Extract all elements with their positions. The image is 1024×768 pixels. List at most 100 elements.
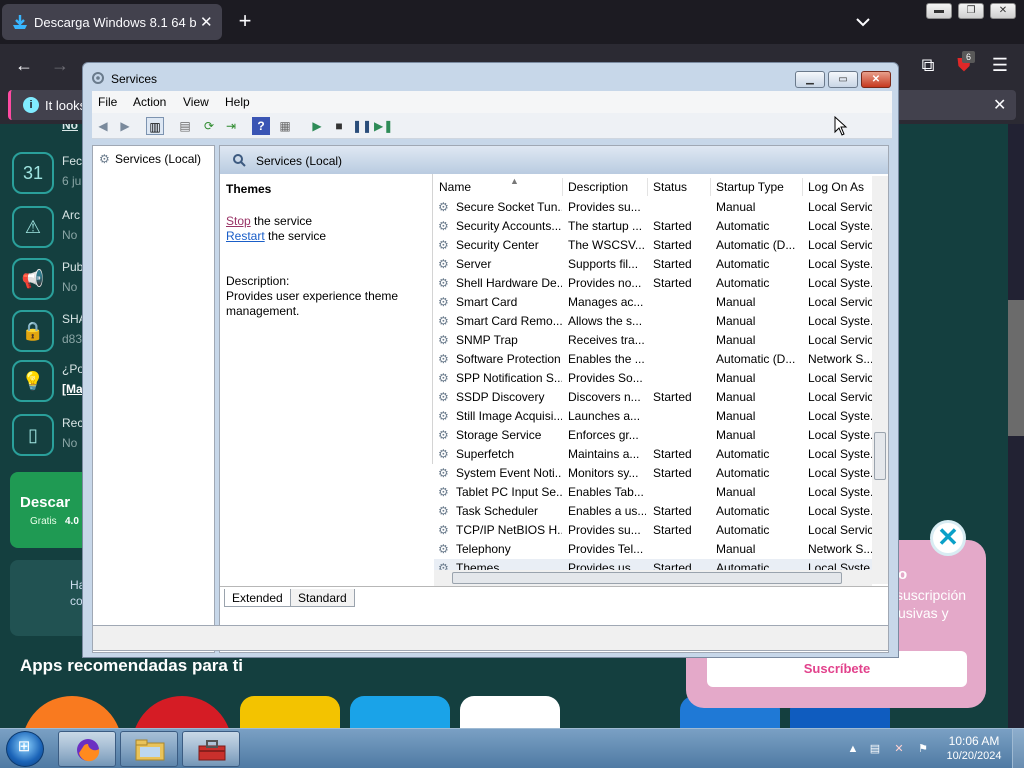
- table-row[interactable]: ⚙ Smart Card Remo... Allows the s... Manual…: [434, 312, 872, 331]
- phone-icon: ▯: [12, 414, 54, 456]
- column-header-status[interactable]: Status: [648, 178, 711, 196]
- column-header-startup-type[interactable]: Startup Type: [711, 178, 803, 196]
- sidebar-item-2[interactable]: ⚠ Arc No: [0, 198, 90, 258]
- restart-service-icon[interactable]: ▶❚: [374, 117, 393, 135]
- menu-action[interactable]: Action: [133, 95, 166, 109]
- help-icon[interactable]: ?: [252, 117, 270, 135]
- table-row[interactable]: ⚙ Task Scheduler Enables a us... Started Aut…: [434, 502, 872, 521]
- app-tile[interactable]: [350, 696, 450, 728]
- app-tile[interactable]: [240, 696, 340, 728]
- volume-muted-icon[interactable]: ✕: [892, 743, 906, 755]
- page-scrollbar-thumb[interactable]: [1008, 300, 1024, 436]
- tray-expand-icon[interactable]: ▲: [846, 743, 860, 755]
- pause-service-icon[interactable]: ❚❚: [352, 117, 372, 135]
- table-row[interactable]: ⚙ Still Image Acquisi... Launches a... Manu…: [434, 407, 872, 426]
- show-desktop-button[interactable]: [1012, 729, 1024, 768]
- table-row[interactable]: ⚙ System Event Noti... Monitors sy... Start…: [434, 464, 872, 483]
- tab-close-icon[interactable]: ✕: [200, 13, 213, 31]
- table-row[interactable]: ⚙ Shell Hardware De... Provides no... Start…: [434, 274, 872, 293]
- table-row[interactable]: ⚙ Security Center The WSCSV... Started Autom…: [434, 236, 872, 255]
- close-button[interactable]: ✕: [861, 71, 891, 88]
- tab-extended[interactable]: Extended: [224, 589, 291, 607]
- table-row[interactable]: ⚙ Secure Socket Tun... Provides su... Manua…: [434, 198, 872, 217]
- sidebar-item-5[interactable]: 💡 ¿Po [Ma: [0, 352, 90, 412]
- description-label: Description:: [226, 274, 290, 288]
- menu-help[interactable]: Help: [225, 95, 250, 109]
- table-row[interactable]: ⚙ Superfetch Maintains a... Started Automati…: [434, 445, 872, 464]
- clock-date[interactable]: 10/20/2024: [940, 750, 1008, 762]
- table-row[interactable]: ⚙ Smart Card Manages ac... Manual Local Serv…: [434, 293, 872, 312]
- page-scrollbar[interactable]: [1008, 124, 1024, 728]
- app-tile[interactable]: [22, 696, 122, 728]
- forward-arrow-icon[interactable]: →: [48, 53, 72, 77]
- menu-view[interactable]: View: [183, 95, 209, 109]
- stop-service-icon[interactable]: ■: [330, 117, 348, 135]
- tab-standard[interactable]: Standard: [290, 589, 355, 607]
- sidebar-item-6[interactable]: ▯ Rec No: [0, 406, 90, 466]
- table-row[interactable]: ⚙ Tablet PC Input Se... Enables Tab... Manu…: [434, 483, 872, 502]
- start-service-icon[interactable]: ▶: [308, 117, 326, 135]
- cell-status: Started: [653, 257, 692, 271]
- list-vertical-scrollbar-thumb[interactable]: [874, 432, 886, 480]
- show-hide-tree-icon[interactable]: ▥: [146, 117, 164, 135]
- window-titlebar[interactable]: Services ▁ ▭ ✕: [83, 63, 898, 91]
- maximize-button[interactable]: ▭: [828, 71, 858, 88]
- table-row[interactable]: ⚙ SPP Notification S... Provides So... Manu…: [434, 369, 872, 388]
- console-icon[interactable]: ▦: [276, 117, 294, 135]
- cell-name: System Event Noti...: [456, 466, 562, 480]
- sidebar-item-3[interactable]: 📢 Pub No: [0, 250, 90, 310]
- restart-service-link[interactable]: Restart: [226, 229, 265, 243]
- taskbar-services[interactable]: [182, 731, 240, 767]
- services-window: Services ▁ ▭ ✕ File Action View Help ◀ ▶…: [82, 62, 899, 658]
- browser-tab[interactable]: Descarga Windows 8.1 64 bits para PC ✕: [2, 4, 222, 40]
- back-icon[interactable]: ◀: [94, 117, 112, 135]
- list-vertical-scrollbar[interactable]: [872, 176, 888, 584]
- action-center-flag-icon[interactable]: ⚑: [916, 743, 930, 755]
- column-header-description[interactable]: Description: [563, 178, 648, 196]
- tree-item-services-local[interactable]: ⚙ Services (Local): [99, 152, 201, 166]
- pane-header-title: Services (Local): [256, 154, 343, 168]
- stop-service-link[interactable]: Stop: [226, 214, 251, 228]
- notification-close-icon[interactable]: ✕: [993, 95, 1006, 115]
- promo-close-icon[interactable]: ✕: [930, 520, 966, 556]
- chevron-down-icon[interactable]: [852, 12, 874, 32]
- app-tile[interactable]: [132, 696, 232, 728]
- properties-icon[interactable]: ▤: [176, 117, 194, 135]
- cell-status: Started: [653, 466, 692, 480]
- table-row[interactable]: ⚙ TCP/IP NetBIOS H... Provides su... Starte…: [434, 521, 872, 540]
- table-row[interactable]: ⚙ Telephony Provides Tel... Manual Network S…: [434, 540, 872, 559]
- forward-icon[interactable]: ▶: [116, 117, 134, 135]
- os-minimize-button[interactable]: ▬: [926, 3, 952, 19]
- refresh-icon[interactable]: ⟳: [200, 117, 218, 135]
- download-favicon-icon: [13, 15, 27, 29]
- cell-startup: Manual: [716, 428, 756, 442]
- os-restore-button[interactable]: ❐: [958, 3, 984, 19]
- table-row[interactable]: ⚙ Software Protection Enables the ... Autom…: [434, 350, 872, 369]
- hamburger-menu-icon[interactable]: ☰: [988, 53, 1012, 77]
- firefox-icon: [77, 739, 100, 762]
- extensions-puzzle-icon[interactable]: ⧉: [916, 53, 940, 77]
- service-gear-icon: ⚙: [438, 200, 449, 214]
- column-header-log-on-as[interactable]: Log On As: [803, 178, 872, 196]
- table-row[interactable]: ⚙ SNMP Trap Receives tra... Manual Local Ser…: [434, 331, 872, 350]
- table-row[interactable]: ⚙ Storage Service Enforces gr... Manual Loca…: [434, 426, 872, 445]
- taskbar-explorer[interactable]: [120, 731, 178, 767]
- table-row[interactable]: ⚙ Server Supports fil... Started Automatic Lo…: [434, 255, 872, 274]
- tree-item-label: Services (Local): [115, 152, 202, 166]
- taskbar-firefox[interactable]: [58, 731, 116, 767]
- menu-file[interactable]: File: [98, 95, 117, 109]
- minimize-button[interactable]: ▁: [795, 71, 825, 88]
- table-row[interactable]: ⚙ SSDP Discovery Discovers n... Started Manu…: [434, 388, 872, 407]
- sidebar-item-1[interactable]: 31 Fec 6 ju: [0, 144, 90, 204]
- network-icon[interactable]: ▤: [868, 743, 882, 755]
- clock-time[interactable]: 10:06 AM: [946, 734, 1002, 748]
- app-tile[interactable]: [460, 696, 560, 728]
- list-horizontal-scrollbar-thumb[interactable]: [452, 572, 842, 584]
- export-list-icon[interactable]: ⇥: [222, 117, 240, 135]
- table-row[interactable]: ⚙ Security Accounts... The startup ... Star…: [434, 217, 872, 236]
- os-close-button[interactable]: ✕: [990, 3, 1016, 19]
- new-tab-button[interactable]: +: [232, 8, 258, 34]
- column-header-name[interactable]: Name ▲: [434, 178, 563, 196]
- list-horizontal-scrollbar[interactable]: [434, 570, 872, 586]
- back-arrow-icon[interactable]: ←: [12, 53, 36, 77]
